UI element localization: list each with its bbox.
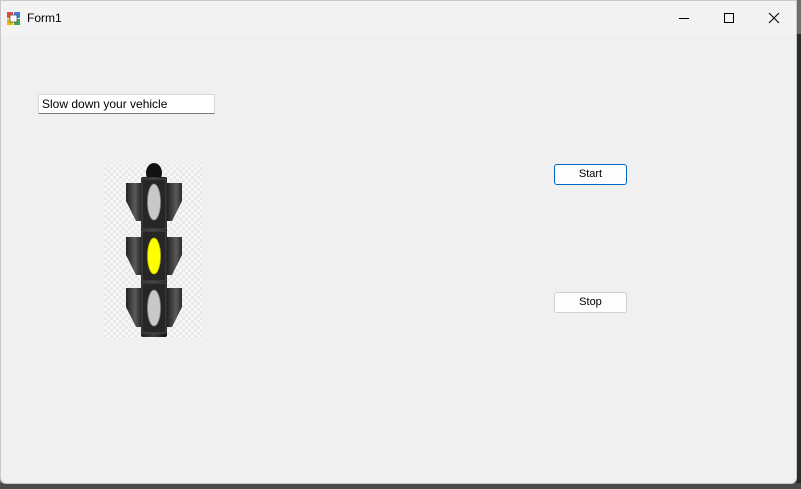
start-button[interactable]: Start (554, 164, 627, 185)
green-light-lamp (147, 289, 161, 327)
traffic-light-picture (104, 163, 204, 339)
maximize-button[interactable] (706, 1, 752, 35)
minimize-icon (679, 18, 689, 19)
title-bar[interactable]: Form1 (1, 1, 796, 35)
winforms-app-icon (7, 12, 20, 25)
message-textbox[interactable]: Slow down your vehicle (38, 94, 215, 114)
stop-button[interactable]: Stop (554, 292, 627, 313)
minimize-button[interactable] (661, 1, 707, 35)
form-window: Form1 Slow down your vehicle Start Stop (0, 0, 797, 484)
maximize-icon (724, 13, 734, 23)
red-light-lamp (147, 183, 161, 221)
close-icon (768, 12, 780, 24)
window-title: Form1 (27, 11, 62, 25)
yellow-light-lamp (147, 237, 161, 275)
close-button[interactable] (751, 1, 796, 35)
